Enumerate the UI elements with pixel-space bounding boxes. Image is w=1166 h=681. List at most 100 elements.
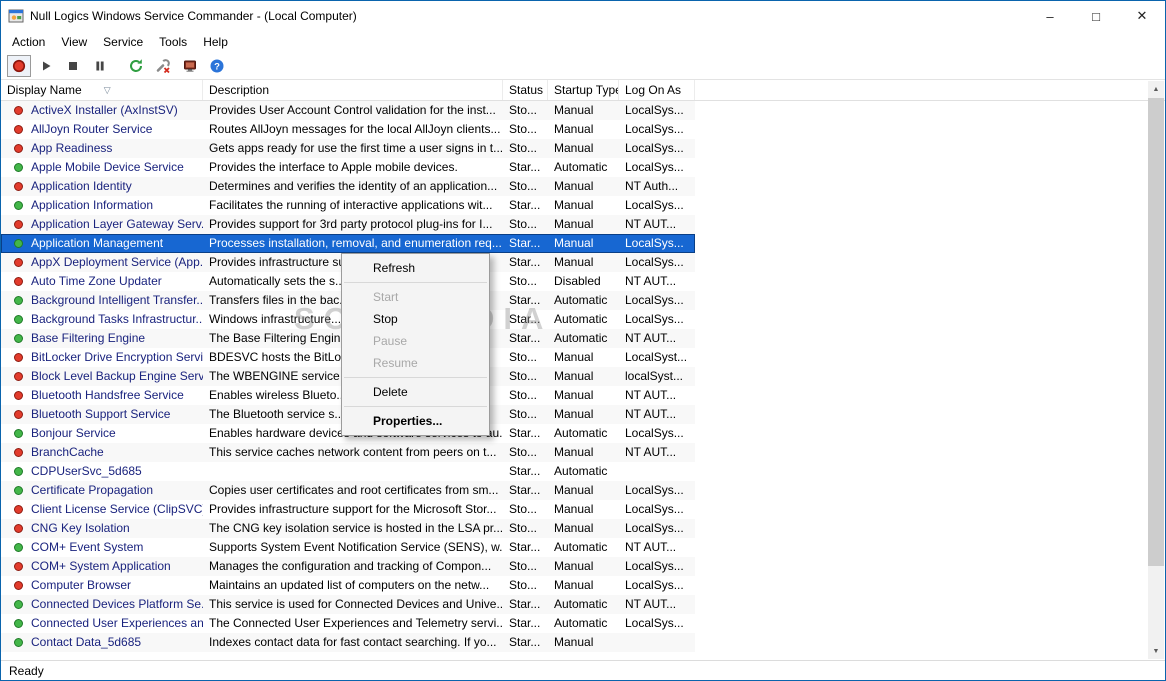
table-row[interactable]: App Readiness Gets apps ready for use the…	[1, 139, 695, 158]
repair-button[interactable]	[151, 55, 175, 77]
table-row[interactable]: COM+ System Application Manages the confi…	[1, 557, 695, 576]
service-logon-cell	[619, 462, 695, 481]
window-title: Null Logics Windows Service Commander - …	[30, 9, 357, 23]
service-name: Bluetooth Support Service	[31, 407, 171, 421]
vertical-scrollbar[interactable]: ▲ ▼	[1148, 81, 1164, 659]
table-row[interactable]: Connected User Experiences an... The Conn…	[1, 614, 695, 633]
context-menu-item-stop[interactable]: Stop	[342, 308, 489, 330]
menu-item-action[interactable]: Action	[4, 33, 53, 51]
scroll-down-arrow-icon[interactable]: ▼	[1148, 643, 1164, 659]
stopped-status-dot-icon	[14, 258, 23, 267]
stop-button[interactable]	[61, 55, 85, 77]
service-name-cell: Application Layer Gateway Serv...	[1, 215, 203, 234]
column-header-description[interactable]: Description	[203, 80, 503, 100]
help-icon: ?	[209, 58, 225, 74]
table-header: Display Name ▽ Description Status Startu…	[1, 80, 1165, 101]
table-row[interactable]: CDPUserSvc_5d685 Star... Automatic	[1, 462, 695, 481]
service-logon-cell: LocalSys...	[625, 616, 684, 630]
scroll-up-arrow-icon[interactable]: ▲	[1148, 81, 1164, 97]
service-logon-cell: LocalSys...	[625, 103, 684, 117]
menu-item-tools[interactable]: Tools	[151, 33, 195, 51]
menu-item-view[interactable]: View	[53, 33, 95, 51]
service-name-cell: Connected User Experiences an...	[1, 614, 203, 633]
service-status-cell: Sto...	[509, 578, 538, 592]
svg-text:?: ?	[214, 61, 220, 72]
maximize-button[interactable]: □	[1073, 1, 1119, 31]
table-row[interactable]: Contact Data_5d685 Indexes contact data f…	[1, 633, 695, 652]
service-logon-cell: NT AUT...	[625, 274, 677, 288]
table-row[interactable]: Application Information Facilitates the r…	[1, 196, 695, 215]
stopped-status-dot-icon	[14, 144, 23, 153]
service-name: Bluetooth Handsfree Service	[31, 388, 184, 402]
scrollbar-thumb[interactable]	[1148, 98, 1164, 566]
service-startup-type-cell: Manual	[554, 141, 594, 155]
service-name-cell: Background Tasks Infrastructur...	[1, 310, 203, 329]
column-label: Log On As	[625, 83, 682, 97]
refresh-icon	[128, 58, 144, 74]
pause-button[interactable]	[88, 55, 112, 77]
service-startup-type-cell: Automatic	[554, 312, 608, 326]
context-menu-item-delete[interactable]: Delete	[342, 381, 489, 403]
table-row[interactable]: Client License Service (ClipSVC) Provides…	[1, 500, 695, 519]
service-startup-type-cell: Manual	[554, 502, 594, 516]
repair-icon	[155, 58, 171, 74]
service-startup-type-cell: Automatic	[554, 426, 608, 440]
service-name: Contact Data_5d685	[31, 635, 142, 649]
stopped-status-dot-icon	[14, 391, 23, 400]
running-status-dot-icon	[14, 638, 23, 647]
table-row[interactable]: Certificate Propagation Copies user certi…	[1, 481, 695, 500]
running-status-dot-icon	[14, 315, 23, 324]
service-status-cell: Star...	[509, 483, 541, 497]
service-name-cell: BranchCache	[1, 443, 203, 462]
service-name-cell: Bluetooth Support Service	[1, 405, 203, 424]
menu-item-help[interactable]: Help	[195, 33, 236, 51]
service-status-cell: Sto...	[509, 179, 538, 193]
menu-item-service[interactable]: Service	[95, 33, 151, 51]
table-row[interactable]: Apple Mobile Device Service Provides the …	[1, 158, 695, 177]
service-name: AppX Deployment Service (App...	[31, 255, 203, 269]
table-row[interactable]: Application Layer Gateway Serv... Provide…	[1, 215, 695, 234]
service-startup-type-cell: Manual	[554, 255, 594, 269]
computer-button[interactable]	[178, 55, 202, 77]
table-row[interactable]: CNG Key Isolation The CNG key isolation s…	[1, 519, 695, 538]
close-button[interactable]: ✕	[1119, 1, 1165, 31]
table-row[interactable]: COM+ Event System Supports System Event N…	[1, 538, 695, 557]
start-button[interactable]	[34, 55, 58, 77]
table-row[interactable]: Connected Devices Platform Se... This ser…	[1, 595, 695, 614]
column-header-display-name[interactable]: Display Name ▽	[1, 80, 203, 100]
service-startup-type-cell: Manual	[554, 236, 594, 250]
table-row[interactable]: ActiveX Installer (AxInstSV) Provides Use…	[1, 101, 695, 120]
stop-icon	[65, 58, 81, 74]
service-status-cell: Sto...	[509, 141, 538, 155]
service-name: Connected User Experiences an...	[31, 616, 203, 630]
service-logon-cell: LocalSys...	[625, 559, 684, 573]
stopped-status-dot-icon	[14, 220, 23, 229]
table-row[interactable]: Application Management Processes installa…	[1, 234, 695, 253]
service-description-cell: Supports System Event Notification Servi…	[209, 540, 503, 554]
record-button[interactable]	[7, 54, 31, 77]
service-logon-cell: LocalSys...	[625, 426, 684, 440]
service-name: Application Management	[31, 236, 164, 250]
service-name-cell: Background Intelligent Transfer...	[1, 291, 203, 310]
service-name-cell: Application Management	[1, 234, 203, 253]
stopped-status-dot-icon	[14, 524, 23, 533]
minimize-button[interactable]: –	[1027, 1, 1073, 31]
refresh-button[interactable]	[124, 55, 148, 77]
table-row[interactable]: Computer Browser Maintains an updated lis…	[1, 576, 695, 595]
column-header-status[interactable]: Status	[503, 80, 548, 100]
service-logon-cell: LocalSys...	[625, 122, 684, 136]
service-description-cell	[203, 462, 503, 481]
context-menu-item-properties[interactable]: Properties...	[342, 410, 489, 432]
service-name-cell: Auto Time Zone Updater	[1, 272, 203, 291]
service-startup-type-cell: Manual	[554, 369, 594, 383]
service-name-cell: Certificate Propagation	[1, 481, 203, 500]
table-row[interactable]: Application Identity Determines and verif…	[1, 177, 695, 196]
column-header-startup-type[interactable]: Startup Type	[548, 80, 619, 100]
context-menu-item-refresh[interactable]: Refresh	[342, 257, 489, 279]
table-row[interactable]: BranchCache This service caches network c…	[1, 443, 695, 462]
table-row[interactable]: AllJoyn Router Service Routes AllJoyn mes…	[1, 120, 695, 139]
column-header-log-on-as[interactable]: Log On As	[619, 80, 695, 100]
service-logon-cell	[619, 633, 695, 652]
service-description-cell: Facilitates the running of interactive a…	[209, 198, 493, 212]
help-button[interactable]: ?	[205, 55, 229, 77]
